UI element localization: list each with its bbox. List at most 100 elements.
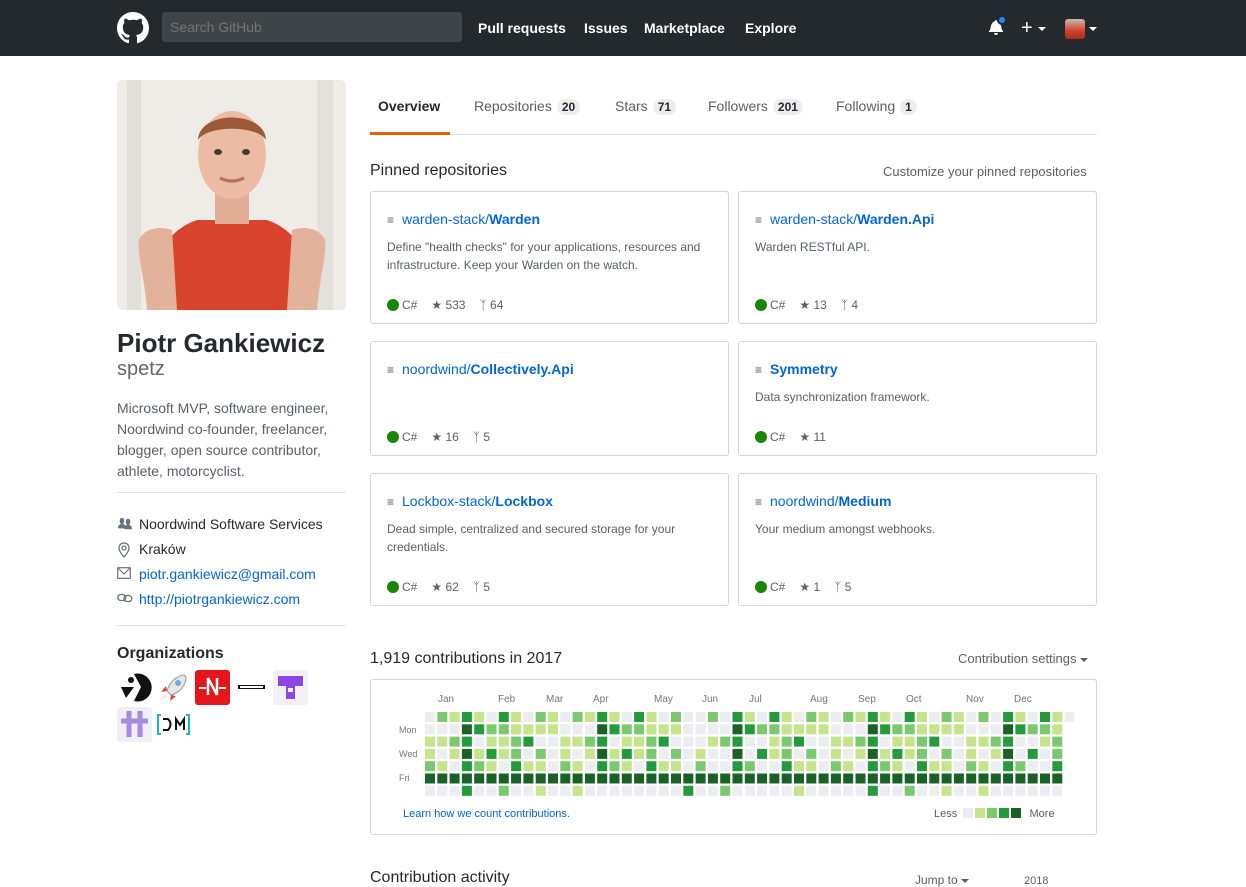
contribution-day[interactable] xyxy=(867,773,878,784)
contribution-day[interactable] xyxy=(695,712,706,722)
contribution-day[interactable] xyxy=(1052,785,1063,796)
contribution-day[interactable] xyxy=(990,712,1001,722)
contribution-day[interactable] xyxy=(646,724,657,735)
contribution-day[interactable] xyxy=(449,724,460,735)
contribution-day[interactable] xyxy=(695,761,706,772)
contribution-day[interactable] xyxy=(621,773,632,784)
contribution-day[interactable] xyxy=(929,748,940,759)
contribution-day[interactable] xyxy=(769,785,780,796)
contribution-day[interactable] xyxy=(1040,724,1050,735)
contribution-day[interactable] xyxy=(892,761,903,772)
contribution-day[interactable] xyxy=(621,724,632,735)
contribution-day[interactable] xyxy=(941,785,952,796)
contribution-day[interactable] xyxy=(1003,748,1014,759)
contribution-day[interactable] xyxy=(917,761,927,772)
contribution-day[interactable] xyxy=(1040,773,1050,784)
search-input[interactable] xyxy=(162,12,462,42)
contribution-day[interactable] xyxy=(535,773,546,784)
contribution-day[interactable] xyxy=(1040,736,1050,747)
contribution-day[interactable] xyxy=(695,773,706,784)
contribution-day[interactable] xyxy=(597,748,608,759)
contribution-day[interactable] xyxy=(707,773,718,784)
contribution-day[interactable] xyxy=(757,761,768,772)
contribution-day[interactable] xyxy=(867,748,878,759)
contribution-day[interactable] xyxy=(572,712,583,722)
contribution-day[interactable] xyxy=(511,748,522,759)
contribution-day[interactable] xyxy=(867,785,878,796)
contribution-day[interactable] xyxy=(658,761,669,772)
contribution-day[interactable] xyxy=(486,712,497,722)
contribution-day[interactable] xyxy=(917,785,927,796)
contribution-day[interactable] xyxy=(671,712,681,722)
repo-name-link[interactable]: Warden.Api xyxy=(857,211,934,227)
contribution-day[interactable] xyxy=(560,773,571,784)
contribution-day[interactable] xyxy=(990,785,1001,796)
contribution-day[interactable] xyxy=(867,736,878,747)
contribution-day[interactable] xyxy=(560,785,571,796)
contribution-day[interactable] xyxy=(511,761,522,772)
contribution-day[interactable] xyxy=(695,736,706,747)
contribution-day[interactable] xyxy=(880,761,891,772)
contribution-day[interactable] xyxy=(806,712,817,722)
contribution-day[interactable] xyxy=(929,785,940,796)
contribution-settings-dropdown[interactable]: Contribution settings xyxy=(958,651,1089,666)
contribution-day[interactable] xyxy=(461,748,472,759)
org-avatar-lockbox[interactable] xyxy=(234,670,269,705)
contribution-day[interactable] xyxy=(707,736,718,747)
contribution-day[interactable] xyxy=(781,785,792,796)
contribution-day[interactable] xyxy=(634,748,645,759)
contribution-day[interactable] xyxy=(707,761,718,772)
contribution-day[interactable] xyxy=(794,724,804,735)
contribution-day[interactable] xyxy=(621,712,632,722)
contribution-day[interactable] xyxy=(671,724,681,735)
contribution-day[interactable] xyxy=(769,773,780,784)
contribution-day[interactable] xyxy=(646,761,657,772)
tab-repositories[interactable]: Repositories 20 xyxy=(474,98,581,115)
contribution-day[interactable] xyxy=(941,773,952,784)
contribution-day[interactable] xyxy=(929,773,940,784)
create-new-button[interactable]: + xyxy=(1021,17,1047,40)
contribution-day[interactable] xyxy=(658,736,669,747)
contribution-day[interactable] xyxy=(794,748,804,759)
contribution-day[interactable] xyxy=(904,712,915,722)
contribution-day[interactable] xyxy=(769,761,780,772)
contribution-day[interactable] xyxy=(646,773,657,784)
contribution-day[interactable] xyxy=(978,736,989,747)
contribution-day[interactable] xyxy=(1040,712,1050,722)
contribution-day[interactable] xyxy=(818,785,829,796)
contribution-day[interactable] xyxy=(966,773,977,784)
contribution-day[interactable] xyxy=(855,785,866,796)
repo-name-link[interactable]: Lockbox xyxy=(495,493,553,509)
contribution-day[interactable] xyxy=(732,761,743,772)
contribution-day[interactable] xyxy=(904,736,915,747)
contribution-day[interactable] xyxy=(609,712,620,722)
contribution-day[interactable] xyxy=(474,761,485,772)
contribution-day[interactable] xyxy=(535,785,546,796)
contribution-day[interactable] xyxy=(461,712,472,722)
contribution-day[interactable] xyxy=(843,712,854,722)
contribution-day[interactable] xyxy=(548,748,558,759)
contribution-day[interactable] xyxy=(818,773,829,784)
contribution-day[interactable] xyxy=(523,712,534,722)
contribution-day[interactable] xyxy=(929,761,940,772)
contribution-day[interactable] xyxy=(1027,736,1038,747)
contribution-day[interactable] xyxy=(781,761,792,772)
contribution-day[interactable] xyxy=(855,748,866,759)
repo-owner-link[interactable]: noordwind/ xyxy=(402,361,471,377)
contribution-day[interactable] xyxy=(621,761,632,772)
contribution-day[interactable] xyxy=(548,761,558,772)
repo-owner-link[interactable]: warden-stack/ xyxy=(402,211,489,227)
contribution-day[interactable] xyxy=(830,748,841,759)
contribution-day[interactable] xyxy=(990,736,1001,747)
contribution-day[interactable] xyxy=(720,761,731,772)
repo-forks[interactable]: ᛉ 5 xyxy=(834,580,851,594)
contribution-day[interactable] xyxy=(978,773,989,784)
contribution-day[interactable] xyxy=(584,761,595,772)
contribution-day[interactable] xyxy=(1027,724,1038,735)
contribution-day[interactable] xyxy=(634,736,645,747)
contribution-day[interactable] xyxy=(978,724,989,735)
contribution-day[interactable] xyxy=(425,712,435,722)
tab-stars[interactable]: Stars 71 xyxy=(615,98,677,115)
contribution-day[interactable] xyxy=(498,785,509,796)
contribution-day[interactable] xyxy=(732,773,743,784)
